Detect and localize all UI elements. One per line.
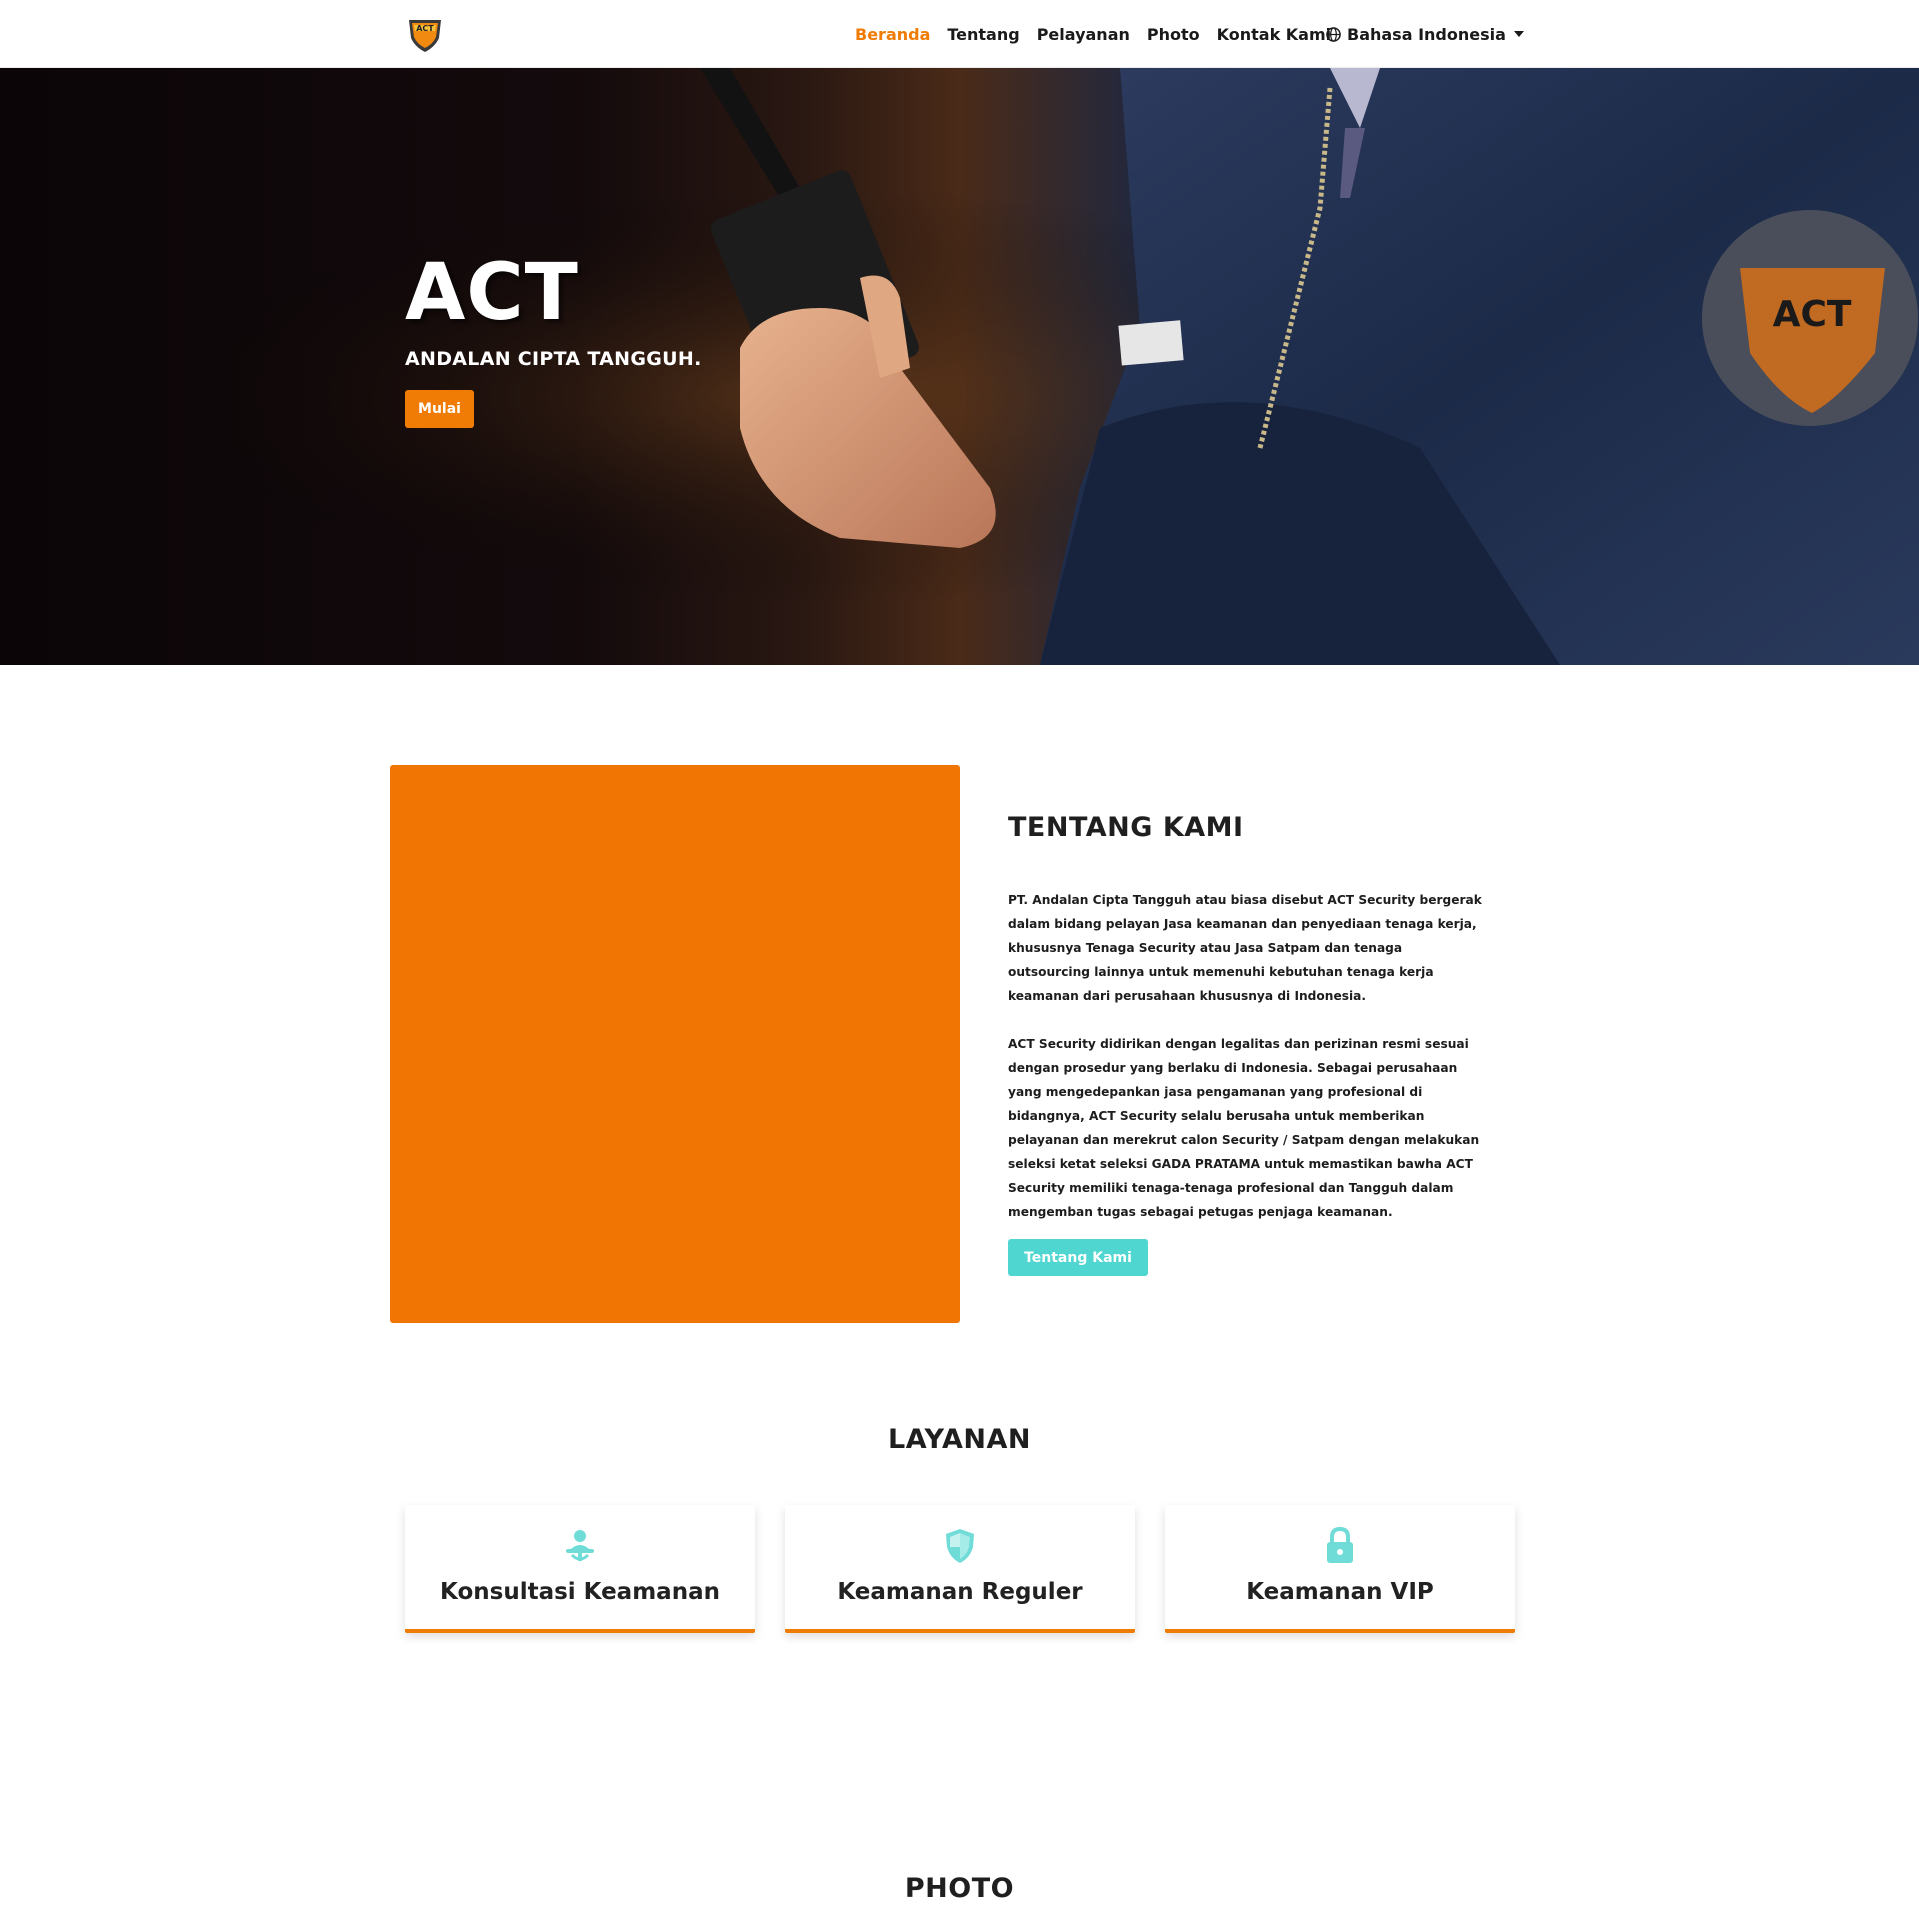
act-logo[interactable]: ACT bbox=[405, 14, 445, 54]
about-title: TENTANG KAMI bbox=[1008, 812, 1244, 843]
service-card-reguler[interactable]: Keamanan Reguler bbox=[785, 1505, 1135, 1633]
nav-photo[interactable]: Photo bbox=[1147, 25, 1200, 44]
svg-text:ACT: ACT bbox=[416, 24, 434, 33]
language-label: Bahasa Indonesia bbox=[1347, 24, 1506, 44]
about-text: PT. Andalan Cipta Tangguh atau biasa dis… bbox=[1008, 888, 1484, 1248]
lock-icon bbox=[1327, 1527, 1353, 1563]
tentang-kami-button[interactable]: Tentang Kami bbox=[1008, 1239, 1148, 1276]
service-label: Keamanan Reguler bbox=[837, 1579, 1083, 1605]
main-nav: Beranda Tentang Pelayanan Photo Kontak K… bbox=[855, 0, 1348, 68]
language-dropdown[interactable]: Bahasa Indonesia bbox=[1326, 0, 1524, 68]
nav-pelayanan[interactable]: Pelayanan bbox=[1037, 25, 1130, 44]
photo-title: PHOTO bbox=[904, 1873, 1015, 1904]
nav-tentang[interactable]: Tentang bbox=[947, 25, 1019, 44]
hero-background-image: ACT bbox=[0, 68, 1919, 665]
service-card-vip[interactable]: Keamanan VIP bbox=[1165, 1505, 1515, 1633]
hero-banner: ACT ACT ANDALAN CIPTA TANGGUH. Mulai bbox=[0, 68, 1919, 665]
nav-beranda[interactable]: Beranda bbox=[855, 25, 930, 44]
navbar: ACT Beranda Tentang Pelayanan Photo Kont… bbox=[0, 0, 1919, 68]
about-paragraph: ACT Security didirikan dengan legalitas … bbox=[1008, 1037, 1480, 1219]
globe-icon bbox=[1326, 26, 1341, 42]
chevron-down-icon bbox=[1513, 31, 1524, 37]
about-image-placeholder bbox=[390, 765, 960, 1323]
service-label: Konsultasi Keamanan bbox=[440, 1579, 720, 1605]
mulai-button[interactable]: Mulai bbox=[405, 390, 474, 428]
services-cards: Konsultasi Keamanan Keamanan Reguler Kea… bbox=[405, 1505, 1515, 1633]
hero-title: ACT bbox=[405, 248, 579, 338]
shield-icon bbox=[946, 1529, 974, 1563]
about-paragraph: PT. Andalan Cipta Tangguh atau biasa dis… bbox=[1008, 893, 1482, 1003]
svg-text:ACT: ACT bbox=[1773, 294, 1852, 335]
nav-kontak-kami[interactable]: Kontak Kami bbox=[1217, 25, 1332, 44]
services-title: LAYANAN bbox=[888, 1424, 1031, 1455]
hero-subtitle: ANDALAN CIPTA TANGGUH. bbox=[405, 348, 702, 370]
person-desk-icon bbox=[566, 1530, 594, 1561]
service-card-konsultasi[interactable]: Konsultasi Keamanan bbox=[405, 1505, 755, 1633]
service-label: Keamanan VIP bbox=[1246, 1579, 1434, 1605]
